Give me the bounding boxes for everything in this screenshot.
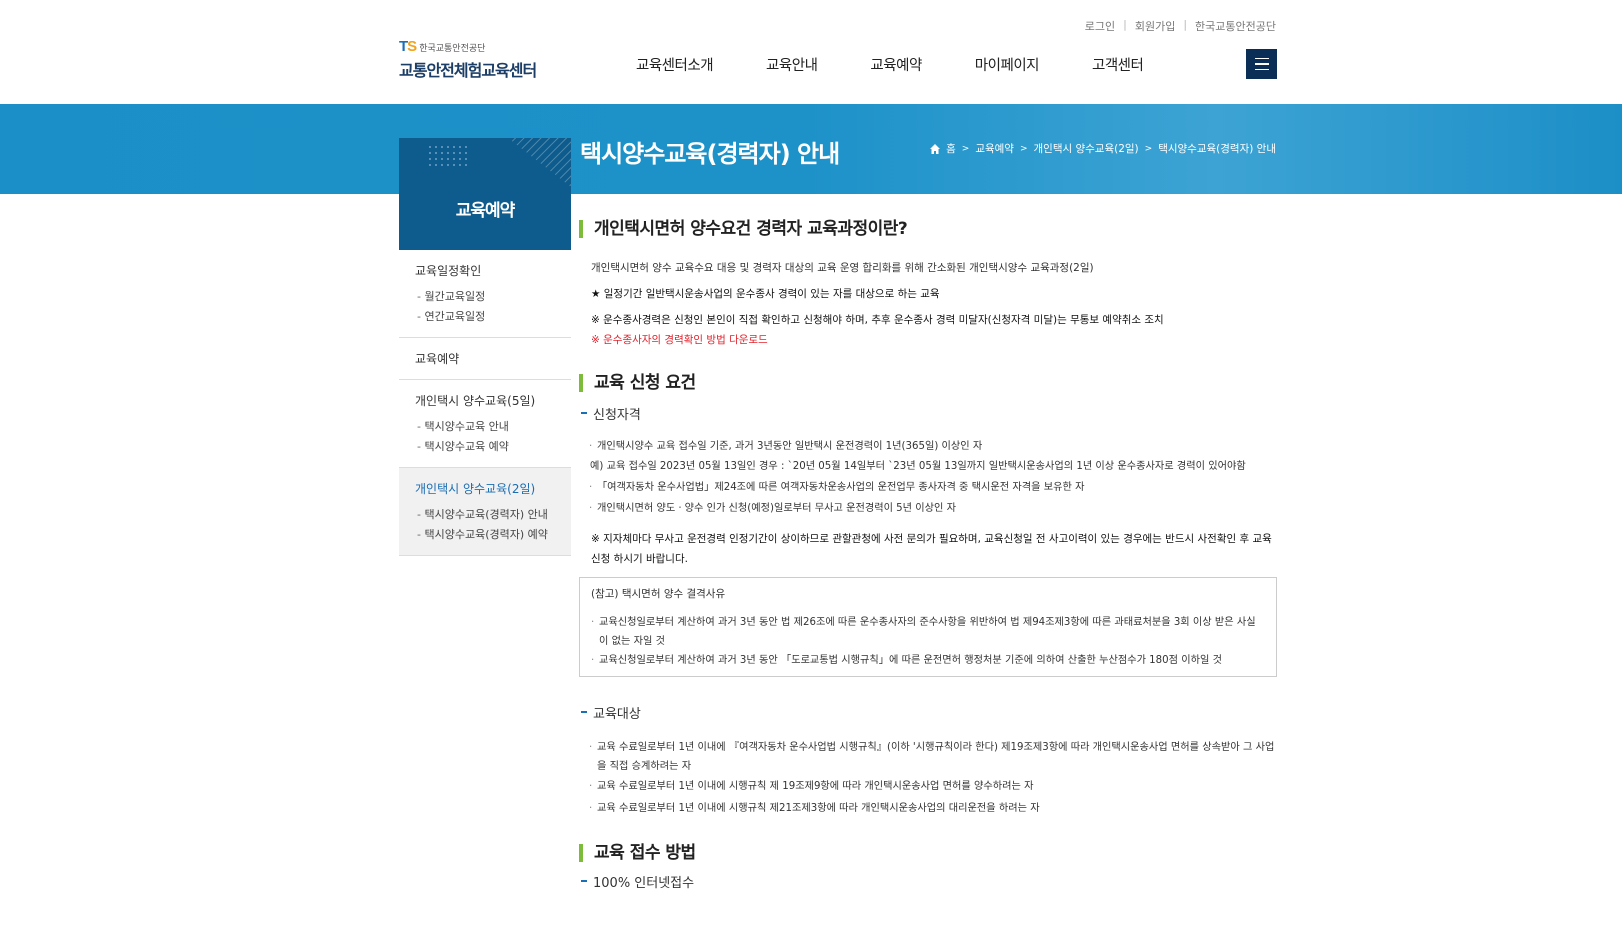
sidebar-nav: 교육일정확인 월간교육일정 연간교육일정 교육예약 개인택시 양수교육(5일) … [399, 250, 571, 556]
subsection-title: 100% 인터넷접수 [579, 872, 1277, 891]
box-title: (참고) 택시면허 양수 결격사유 [591, 588, 726, 600]
list-item: 교육 수료일로부터 1년 이내에 시행규칙 제 19조제9항에 따라 개인택시운… [579, 776, 1277, 798]
career-check-download-link[interactable]: ※ 운수종사자의 경력확인 방법 다운로드 [579, 330, 1277, 350]
nav-mypage[interactable]: 마이페이지 [975, 54, 1040, 75]
section-title: 개인택시면허 양수요건 경력자 교육과정이란? [579, 220, 1277, 238]
list-item: 예) 교육 접수일 2023년 05월 13일인 경우 : `20년 05월 1… [590, 461, 1246, 472]
sidebar-subitem-career-guide[interactable]: 택시양수교육(경력자) 안내 [415, 505, 571, 525]
signup-link[interactable]: 회원가입 [1135, 18, 1175, 34]
breadcrumb: 홈 > 교육예약 > 개인택시 양수교육(2일) > 택시양수교육(경력자) 안… [930, 141, 1276, 156]
sidebar-group: 교육예약 [399, 338, 571, 380]
sidebar-item-taxi-2day[interactable]: 개인택시 양수교육(2일) [415, 480, 571, 497]
sidebar-item-schedule[interactable]: 교육일정확인 [415, 262, 571, 279]
hamburger-menu-icon[interactable] [1246, 49, 1277, 79]
crumb-taxi-2day[interactable]: 개인택시 양수교육(2일) [1034, 141, 1139, 156]
section-title: 교육 신청 요건 [579, 374, 1277, 392]
sidebar-header: 교육예약 [399, 138, 571, 250]
nav-center-intro[interactable]: 교육센터소개 [636, 54, 714, 75]
sidebar-subitem-career-reserve[interactable]: 택시양수교육(경력자) 예약 [415, 525, 571, 545]
list-item: 「여객자동차 운수사업법」제24조에 따른 여객자동차운송사업의 운전업무 종사… [579, 478, 1277, 497]
sidebar-title: 교육예약 [455, 201, 516, 221]
site-logo[interactable]: TS 한국교통안전공단 교통안전체험교육센터 [399, 36, 537, 81]
list-item: 교육 수료일로부터 1년 이내에 시행규칙 제21조제3항에 따라 개인택시운송… [579, 798, 1277, 820]
divider: | [1123, 18, 1127, 31]
sidebar-group: 교육일정확인 월간교육일정 연간교육일정 [399, 250, 571, 338]
kotsa-link[interactable]: 한국교통안전공단 [1195, 18, 1276, 34]
chevron-right-icon: > [961, 143, 970, 154]
main-content: 개인택시면허 양수요건 경력자 교육과정이란? 개인택시면허 양수 교육수요 대… [579, 220, 1277, 891]
sidebar-item-reserve[interactable]: 교육예약 [415, 350, 571, 367]
nav-edu-reserve[interactable]: 교육예약 [870, 54, 922, 75]
subsection-title: 교육대상 [579, 703, 1277, 722]
sidebar-item-taxi-5day[interactable]: 개인택시 양수교육(5일) [415, 392, 571, 409]
chevron-right-icon: > [1019, 143, 1028, 154]
paragraph: 개인택시면허 양수 교육수요 대응 및 경력자 대상의 교육 운영 합리화를 위… [591, 262, 1094, 274]
sidebar-subitem-taxi-reserve[interactable]: 택시양수교육 예약 [415, 437, 571, 457]
divider: | [1183, 18, 1188, 31]
paragraph: ※ 운수종사경력은 신청인 본인이 직접 확인하고 신청해야 하며, 추후 운수… [591, 314, 1164, 326]
logo-org: 한국교통안전공단 [419, 44, 486, 54]
nav-edu-guide[interactable]: 교육안내 [766, 54, 818, 75]
sidebar-subitem-taxi-guide[interactable]: 택시양수교육 안내 [415, 417, 571, 437]
sidebar-group-active: 개인택시 양수교육(2일) 택시양수교육(경력자) 안내 택시양수교육(경력자)… [399, 468, 571, 556]
list-item: 교육신청일로부터 계산하여 과거 3년 동안 법 제26조에 따른 운수종사자의… [591, 613, 1264, 651]
logo-name: 교통안전체험교육센터 [399, 61, 537, 80]
subsection-title: 신청자격 [579, 404, 1277, 423]
main-nav: 교육센터소개 교육안내 교육예약 마이페이지 고객센터 [636, 54, 1196, 75]
dot-pattern [427, 144, 469, 170]
crumb-current[interactable]: 택시양수교육(경력자) 안내 [1158, 141, 1276, 156]
sidebar-subitem-monthly[interactable]: 월간교육일정 [415, 287, 571, 307]
paragraph: ★ 일정기간 일반택시운송사업의 운수종사 경력이 있는 자를 대상으로 하는 … [591, 288, 940, 300]
utility-links: 로그인 | 회원가입 | 한국교통안전공단 [1085, 18, 1276, 34]
list-item: 개인택시양수 교육 접수일 기준, 과거 3년동안 일반택시 운전경력이 1년(… [579, 437, 1277, 456]
list-item: 교육 수료일로부터 1년 이내에 『여객자동차 운수사업법 시행규칙』(이하 '… [579, 738, 1277, 776]
section-title: 교육 접수 방법 [579, 844, 1277, 862]
nav-customer-center[interactable]: 고객센터 [1092, 54, 1144, 75]
disqualification-box: (참고) 택시면허 양수 결격사유 교육신청일로부터 계산하여 과거 3년 동안… [579, 577, 1277, 677]
crumb-reserve[interactable]: 교육예약 [975, 141, 1014, 156]
sidebar-subitem-yearly[interactable]: 연간교육일정 [415, 307, 571, 327]
crumb-home[interactable]: 홈 [946, 141, 956, 156]
list-item: 교육신청일로부터 계산하여 과거 3년 동안 「도로교통법 시행규칙」에 따른 … [591, 651, 1264, 670]
login-link[interactable]: 로그인 [1085, 18, 1115, 34]
chevron-right-icon: > [1144, 143, 1153, 154]
notice-text: ※ 지자체마다 무사고 운전경력 인정기간이 상이하므로 관할관청에 사전 문의… [591, 533, 1272, 565]
ts-logo-mark: TS [399, 38, 417, 55]
home-icon[interactable] [930, 143, 941, 154]
page-title: 택시양수교육(경력자) 안내 [580, 140, 840, 168]
list-item: 개인택시면허 양도ㆍ양수 인가 신청(예정)일로부터 무사고 운전경력이 5년 … [579, 497, 1277, 521]
sidebar-group: 개인택시 양수교육(5일) 택시양수교육 안내 택시양수교육 예약 [399, 380, 571, 468]
